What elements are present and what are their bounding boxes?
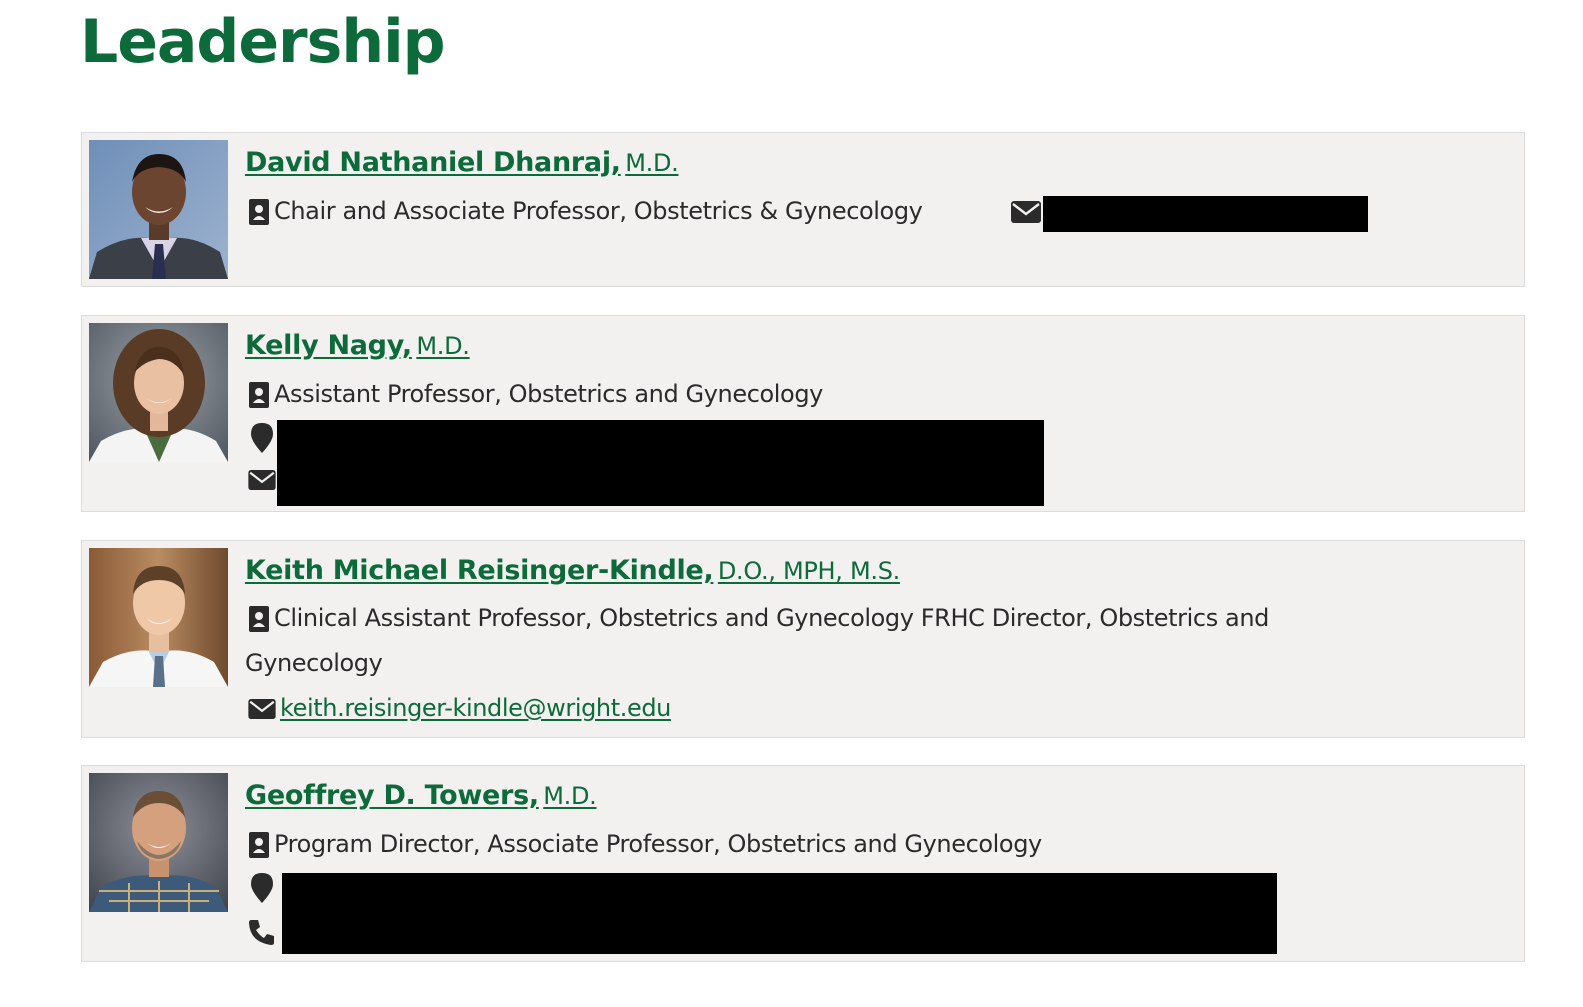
person-name-link[interactable]: Kelly Nagy, (245, 330, 412, 361)
person-card-reisinger-kindle: Keith Michael Reisinger-Kindle, D.O., MP… (81, 540, 1525, 738)
person-credentials-link[interactable]: M.D. (543, 782, 597, 810)
profile-photo-towers[interactable] (89, 773, 228, 912)
person-name-link[interactable]: David Nathaniel Dhanraj, (245, 147, 621, 178)
person-name-link[interactable]: Keith Michael Reisinger-Kindle, (245, 555, 714, 586)
person-card-dhanraj: David Nathaniel Dhanraj, M.D. Chair and … (81, 132, 1525, 287)
person-credentials-link[interactable]: D.O., MPH, M.S. (718, 557, 900, 585)
phone-icon (248, 918, 276, 951)
name-line: Kelly Nagy, M.D. (245, 330, 470, 361)
profile-photo-reisinger-kindle[interactable] (89, 548, 228, 687)
person-email-row: keith.reisinger-kindle@wright.edu (248, 693, 671, 723)
name-line: Geoffrey D. Towers, M.D. (245, 780, 597, 811)
profile-photo-nagy[interactable] (89, 323, 228, 462)
person-title-row: Assistant Professor, Obstetrics and Gyne… (248, 379, 823, 409)
person-title-row: Chair and Associate Professor, Obstetric… (248, 196, 923, 226)
name-line: Keith Michael Reisinger-Kindle, D.O., MP… (245, 555, 900, 586)
redacted-location-and-email (277, 420, 1044, 506)
page-title: Leadership (80, 7, 446, 77)
person-card-towers: Geoffrey D. Towers, M.D. Program Directo… (81, 765, 1525, 962)
id-badge-icon (248, 381, 270, 409)
person-card-nagy: Kelly Nagy, M.D. Assistant Professor, Ob… (81, 315, 1525, 512)
person-email-link[interactable]: keith.reisinger-kindle@wright.edu (280, 694, 671, 722)
id-badge-icon (248, 831, 270, 859)
redacted-email (1043, 196, 1368, 232)
id-badge-icon (248, 198, 270, 226)
name-line: David Nathaniel Dhanraj, M.D. (245, 147, 679, 178)
person-title: Clinical Assistant Professor, Obstetrics… (245, 604, 1269, 677)
person-title-row: Clinical Assistant Professor, Obstetrics… (245, 596, 1385, 686)
envelope-icon (248, 699, 276, 719)
person-title-row: Program Director, Associate Professor, O… (248, 829, 1042, 859)
person-credentials-link[interactable]: M.D. (416, 332, 470, 360)
profile-photo-dhanraj[interactable] (89, 140, 228, 279)
person-title: Chair and Associate Professor, Obstetric… (274, 197, 923, 225)
person-name-link[interactable]: Geoffrey D. Towers, (245, 780, 539, 811)
map-pin-icon (251, 423, 273, 458)
redacted-location-and-phone (282, 873, 1277, 954)
person-credentials-link[interactable]: M.D. (625, 149, 679, 177)
person-title: Program Director, Associate Professor, O… (274, 830, 1042, 858)
envelope-icon (1011, 201, 1041, 228)
envelope-icon (248, 470, 276, 495)
id-badge-icon (248, 605, 270, 633)
map-pin-icon (251, 873, 273, 908)
person-title: Assistant Professor, Obstetrics and Gyne… (274, 380, 823, 408)
